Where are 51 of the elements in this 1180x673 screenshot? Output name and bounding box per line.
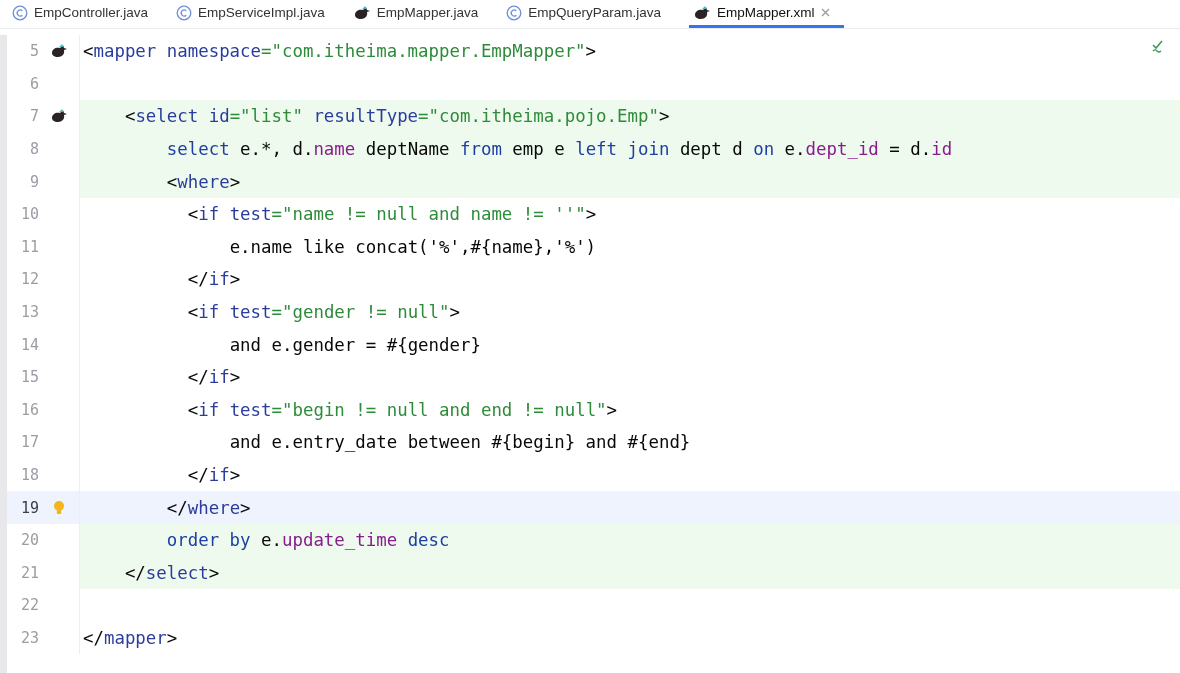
line-number: 22: [19, 596, 39, 615]
bird-icon: [50, 108, 68, 125]
line-number: 12: [19, 270, 39, 289]
editor-tab[interactable]: EmpController.java: [12, 0, 163, 28]
code-line: <mapper namespace="com.itheima.mapper.EmpMapper">: [83, 41, 597, 62]
class-icon: [12, 4, 28, 21]
line-number: 15: [19, 368, 39, 387]
code-line: order by e.update_time desc: [166, 530, 450, 551]
check-icon[interactable]: [1152, 39, 1166, 53]
line-number: 17: [19, 433, 39, 452]
code-line: and e.entry_date between #{begin} and #{end}: [229, 432, 691, 453]
line-number: 10: [19, 205, 39, 224]
line-number: 18: [19, 466, 39, 484]
code-line: <select id="list" resultType="com.itheima.pojo.Emp">: [124, 106, 670, 127]
line-number: 11: [19, 237, 39, 256]
bird-icon: [352, 4, 371, 21]
lightbulb-icon[interactable]: [53, 499, 65, 516]
editor-tab[interactable]: EmpServiceImpl.java: [176, 0, 339, 28]
code-line: </if>: [187, 269, 241, 290]
line-number: 7: [28, 107, 39, 126]
line-number: 13: [19, 303, 39, 322]
line-number: 14: [19, 335, 39, 354]
class-icon: [176, 4, 193, 21]
code-line: </where>: [166, 497, 251, 518]
code-line: </if>: [187, 465, 241, 485]
line-number: 23: [19, 629, 39, 647]
line-number: 20: [19, 531, 39, 550]
code-line: </if>: [187, 367, 241, 388]
code-line: <where>: [166, 171, 241, 192]
code-line: </mapper>: [83, 628, 178, 648]
line-number: 9: [28, 172, 39, 191]
line-number: 8: [28, 140, 39, 159]
code-line: <if test="name != null and name != ''">: [187, 204, 597, 225]
bird-icon: [50, 43, 68, 60]
code-line: <if test="gender != null">: [187, 302, 460, 323]
editor-tab[interactable]: EmpMapper.xml: [689, 0, 844, 28]
code-line: and e.gender = #{gender}: [229, 334, 481, 355]
line-number: 16: [19, 400, 39, 419]
code-line: <if test="begin != null and end != null">: [187, 399, 618, 420]
editor-tab[interactable]: EmpMapper.java: [352, 0, 493, 28]
line-number: 21: [19, 563, 39, 582]
line-number: 5: [28, 42, 39, 61]
close-icon[interactable]: [820, 8, 830, 17]
bird-icon: [693, 4, 711, 21]
code-line: </select>: [124, 562, 220, 583]
line-number: 6: [28, 74, 39, 93]
line-number: 19: [19, 498, 39, 517]
code-line: select e.*, d.name deptName from emp e left join dept d on e.dept_id = d.id: [166, 139, 953, 160]
class-icon: [506, 4, 523, 21]
editor-tab[interactable]: EmpQueryParam.java: [506, 0, 675, 28]
code-line: e.name like concat('%',#{name},'%'): [229, 236, 597, 257]
